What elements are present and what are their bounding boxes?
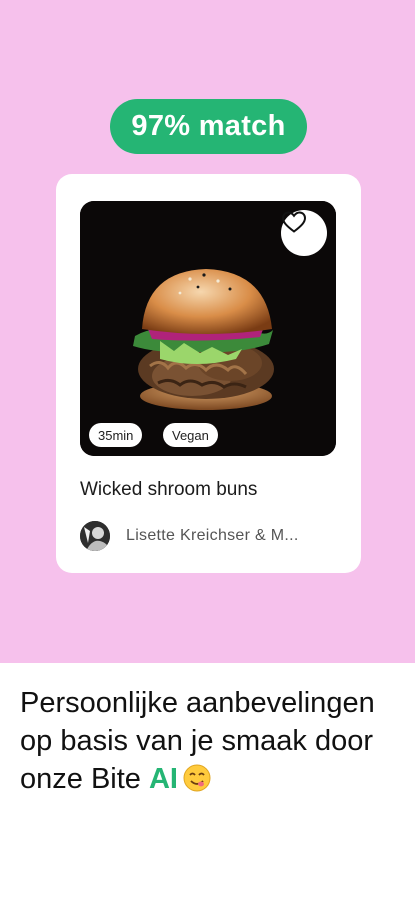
cook-time-tag: 35min	[89, 423, 143, 447]
yum-face-icon	[183, 764, 211, 792]
author-name: Lisette Kreichser & M...	[126, 527, 299, 544]
hero-section: 97% match 35min Vegan Wicked shroom buns…	[0, 0, 415, 663]
caption-ai-highlight: AI	[148, 763, 178, 795]
heart-outline-icon	[281, 211, 307, 233]
favorite-button[interactable]	[281, 210, 327, 256]
author-row[interactable]: Lisette Kreichser & M...	[80, 521, 299, 551]
yum-face-emoji	[183, 764, 211, 802]
author-avatar-image	[80, 521, 110, 551]
recipe-photo[interactable]: 35min Vegan	[80, 201, 336, 456]
caption-text: Persoonlijke aanbevelingen op basis van …	[20, 684, 400, 802]
recipe-card[interactable]: 35min Vegan Wicked shroom buns Lisette K…	[56, 174, 361, 573]
author-avatar	[80, 521, 110, 551]
recipe-title[interactable]: Wicked shroom buns	[80, 479, 257, 501]
diet-tag: Vegan	[163, 423, 218, 447]
match-badge: 97% match	[110, 99, 307, 154]
